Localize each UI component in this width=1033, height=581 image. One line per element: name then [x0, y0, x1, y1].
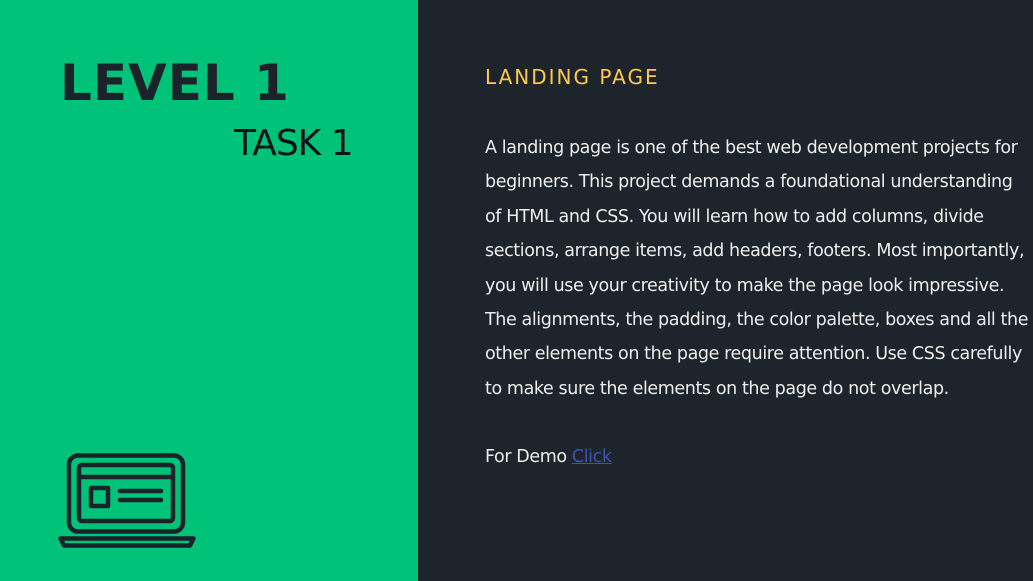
content-panel: LANDING PAGE A landing page is one of th… [418, 0, 1033, 581]
task-title: TASK 1 [234, 123, 354, 164]
demo-line: For Demo Click [485, 440, 612, 474]
description-text: A landing page is one of the best web de… [485, 138, 1029, 399]
demo-link[interactable]: Click [572, 447, 612, 467]
level-panel: LEVEL 1 TASK 1 [0, 0, 418, 581]
laptop-icon [58, 453, 196, 548]
demo-label: For Demo [485, 447, 567, 467]
section-heading: LANDING PAGE [485, 65, 660, 89]
level-title: LEVEL 1 [60, 54, 290, 112]
